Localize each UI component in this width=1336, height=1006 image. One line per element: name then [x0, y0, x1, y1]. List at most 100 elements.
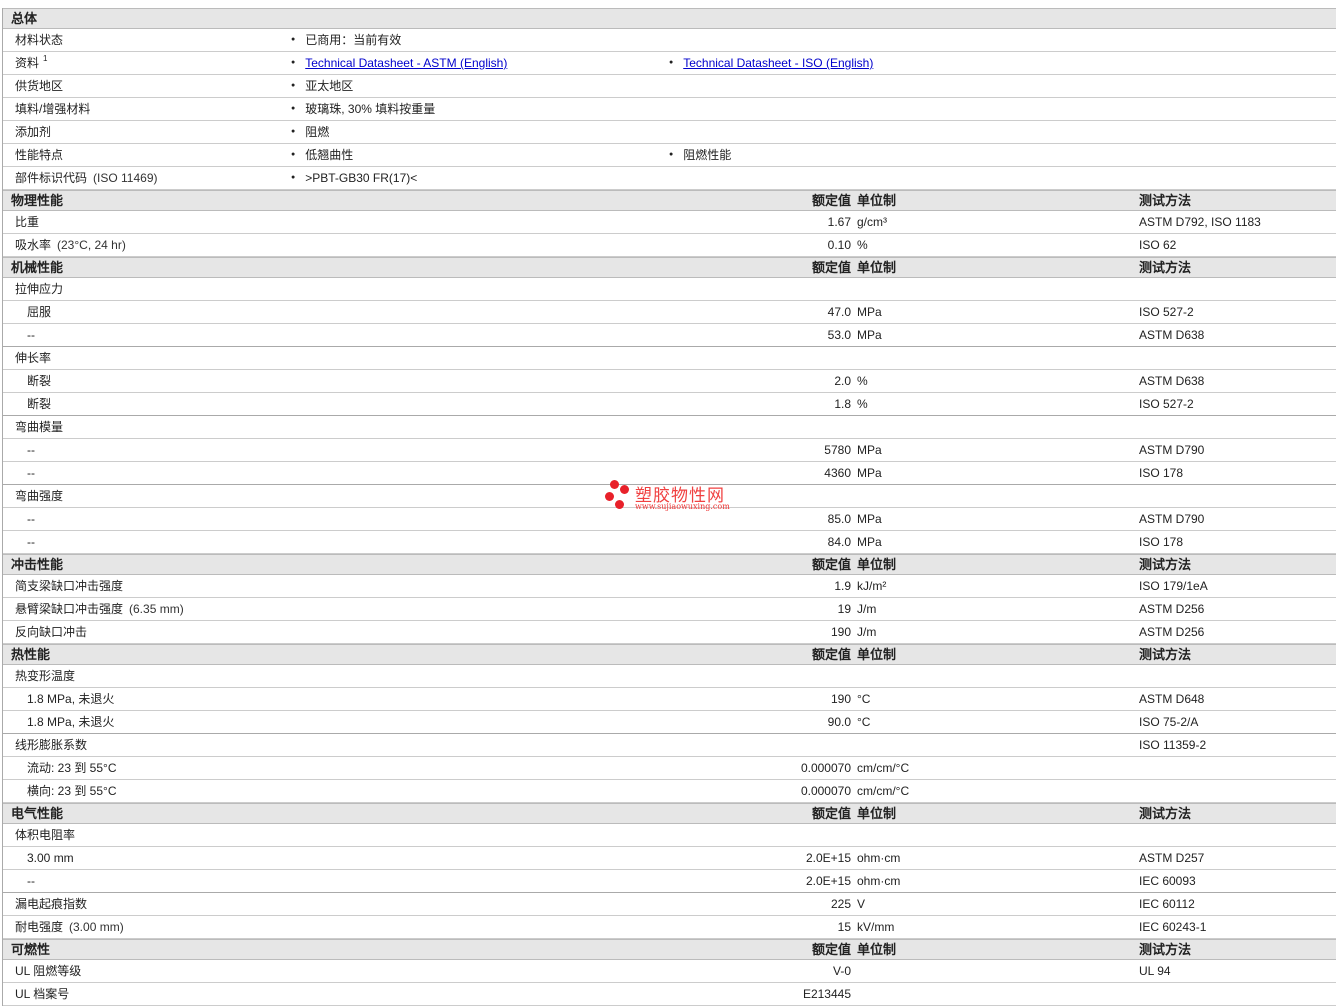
iso-datasheet-link[interactable]: Technical Datasheet - ISO (English) — [683, 56, 873, 70]
property-row: 添加剂 阻燃 — [3, 121, 1336, 144]
bullet-text: 已商用：当前有效 — [305, 33, 402, 47]
column-header-unit: 单位制 — [857, 260, 897, 275]
property-label: 断裂 — [27, 393, 51, 415]
nominal-value: 90.0 — [827, 715, 851, 729]
property-name: 材料状态 — [15, 33, 64, 47]
data-row: 反向缺口冲击 190 J/m ASTM D256 — [3, 621, 1336, 644]
unit: % — [857, 238, 868, 252]
property-label: 耐电强度 (3.00 mm) — [15, 916, 124, 938]
nominal-value: V-0 — [832, 964, 851, 978]
property-name: 悬臂梁缺口冲击强度 — [15, 602, 124, 616]
test-method: ISO 62 — [1139, 238, 1177, 252]
bullet-text: 亚太地区 — [305, 79, 354, 93]
data-row: 热变形温度 — [3, 665, 1336, 688]
property-name: 拉伸应力 — [15, 282, 64, 296]
bullet-item: 玻璃珠, 30% 填料按重量 — [291, 98, 435, 121]
test-method: ASTM D790 — [1139, 512, 1205, 526]
section-header: 冲击性能 额定值 单位制 测试方法 — [3, 554, 1336, 575]
nominal-value: 2.0E+15 — [805, 874, 851, 888]
property-condition: (6.35 mm) — [129, 602, 184, 616]
property-name: 填料/增强材料 — [15, 102, 91, 116]
data-row: -- 5780 MPa ASTM D790 — [3, 439, 1336, 462]
unit: V — [857, 897, 866, 911]
data-row: -- 2.0E+15 ohm·cm IEC 60093 — [3, 870, 1336, 893]
property-name: -- — [27, 466, 35, 480]
property-name: 1.8 MPa, 未退火 — [27, 715, 115, 729]
property-row: 性能特点 低翘曲性 阻燃性能 — [3, 144, 1336, 167]
property-label: -- — [27, 508, 35, 530]
bullet-item: Technical Datasheet - ASTM (English) — [291, 52, 507, 75]
data-row: 简支梁缺口冲击强度 1.9 kJ/m² ISO 179/1eA — [3, 575, 1336, 598]
data-row: 断裂 2.0% ASTM D638 — [3, 370, 1336, 393]
data-row: 流动: 23 到 55°C 0.000070 cm/cm/°C — [3, 757, 1336, 780]
property-label: 吸水率 (23°C, 24 hr) — [15, 234, 126, 256]
property-label: 屈服 — [27, 301, 51, 323]
nominal-value: 1.67 — [827, 215, 851, 229]
property-label: 线形膨胀系数 — [15, 734, 87, 756]
nominal-value: 1.9 — [834, 579, 851, 593]
property-label: -- — [27, 531, 35, 553]
data-row: -- 84.0 MPa ISO 178 — [3, 531, 1336, 554]
data-row: 弯曲模量 — [3, 416, 1336, 439]
section-title: 物理性能 — [11, 193, 64, 208]
data-row: 3.00 mm 2.0E+15 ohm·cm ASTM D257 — [3, 847, 1336, 870]
property-label: 断裂 — [27, 370, 51, 392]
column-header-unit: 单位制 — [857, 647, 897, 662]
unit: % — [857, 374, 868, 388]
bullet-item: Technical Datasheet - ISO (English) — [669, 52, 873, 75]
test-method: ASTM D792, ISO 1183 — [1139, 215, 1261, 229]
data-row: 体积电阻率 — [3, 824, 1336, 847]
property-name: 供货地区 — [15, 79, 64, 93]
test-method: ASTM D638 — [1139, 374, 1205, 388]
data-row: 比重 1.67 g/cm³ ASTM D792, ISO 1183 — [3, 211, 1336, 234]
nominal-value: 0.000070 — [800, 784, 851, 798]
property-label: -- — [27, 439, 35, 461]
property-label: 体积电阻率 — [15, 824, 75, 846]
data-row: 吸水率 (23°C, 24 hr) 0.10% ISO 62 — [3, 234, 1336, 257]
unit: cm/cm/°C — [857, 784, 910, 798]
test-method: UL 94 — [1139, 964, 1171, 978]
unit: MPa — [857, 305, 882, 319]
test-method: ISO 178 — [1139, 466, 1184, 480]
property-label: 漏电起痕指数 — [15, 893, 87, 915]
property-label: UL 阻燃等级 — [15, 960, 81, 982]
data-row: 断裂 1.8% ISO 527-2 — [3, 393, 1336, 416]
column-header-unit: 单位制 — [857, 557, 897, 572]
data-row: 悬臂梁缺口冲击强度 (6.35 mm) 19 J/m ASTM D256 — [3, 598, 1336, 621]
property-condition: (3.00 mm) — [69, 920, 124, 934]
property-label: 供货地区 — [15, 75, 63, 97]
nominal-value: 4360 — [824, 466, 851, 480]
nominal-value: 0.000070 — [800, 761, 851, 775]
bullet-item: 阻燃 — [291, 121, 329, 144]
property-name: 断裂 — [27, 397, 52, 411]
test-method: ASTM D257 — [1139, 851, 1205, 865]
unit: MPa — [857, 466, 882, 480]
property-label: 伸长率 — [15, 347, 51, 369]
property-label: 填料/增强材料 — [15, 98, 90, 120]
property-label: 弯曲模量 — [15, 416, 63, 438]
column-header-test-method: 测试方法 — [1139, 647, 1192, 662]
property-name: 添加剂 — [15, 125, 52, 139]
property-name: -- — [27, 328, 35, 342]
property-label: 流动: 23 到 55°C — [27, 757, 117, 779]
logo-dot — [620, 485, 629, 494]
column-header-test-method: 测试方法 — [1139, 942, 1192, 957]
logo-dot — [610, 480, 619, 489]
section-header: 热性能 额定值 单位制 测试方法 — [3, 644, 1336, 665]
property-label: 部件标识代码 (ISO 11469) — [15, 167, 158, 189]
section-title: 可燃性 — [11, 942, 51, 957]
bullet-item: >PBT-GB30 FR(17)< — [291, 167, 417, 190]
unit: kJ/m² — [857, 579, 887, 593]
unit: J/m — [857, 602, 877, 616]
test-method: ISO 527-2 — [1139, 397, 1194, 411]
bullet-item: 亚太地区 — [291, 75, 353, 98]
test-method: IEC 60093 — [1139, 874, 1196, 888]
unit: g/cm³ — [857, 215, 887, 229]
column-header-unit: 单位制 — [857, 942, 897, 957]
column-header-value: 额定值 — [811, 806, 851, 821]
astm-datasheet-link[interactable]: Technical Datasheet - ASTM (English) — [305, 56, 507, 70]
data-row: 耐电强度 (3.00 mm) 15 kV/mm IEC 60243-1 — [3, 916, 1336, 939]
property-name: -- — [27, 443, 35, 457]
property-name: 简支梁缺口冲击强度 — [15, 579, 124, 593]
column-header-value: 额定值 — [811, 942, 851, 957]
